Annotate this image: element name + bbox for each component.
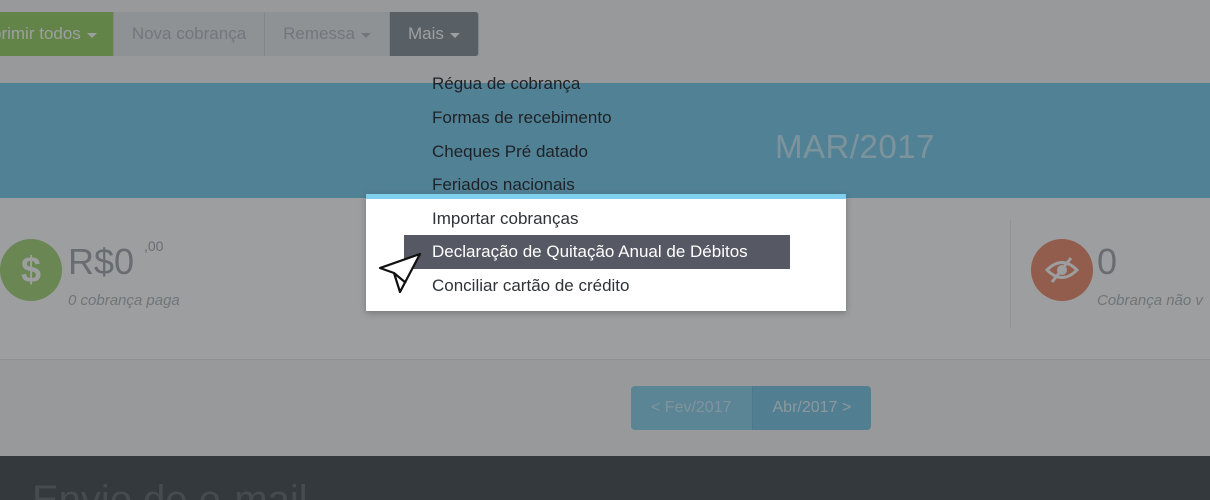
menu-item-label: Cheques Pré datado (432, 142, 588, 161)
more-dropdown-menu: Régua de cobrança Formas de recebimento … (404, 61, 790, 311)
menu-item-label: Formas de recebimento (432, 108, 612, 127)
menu-item-reconcile-credit-card[interactable]: Conciliar cartão de crédito (404, 269, 790, 303)
menu-item-annual-debt-discharge[interactable]: Declaração de Quitação Anual de Débitos (404, 235, 790, 269)
menu-item-label: Feriados nacionais (432, 175, 575, 194)
menu-item-label: Conciliar cartão de crédito (432, 276, 630, 295)
menu-item-label: Importar cobranças (432, 209, 579, 228)
menu-item-post-dated-checks[interactable]: Cheques Pré datado (404, 135, 790, 169)
menu-item-billing-rule[interactable]: Régua de cobrança (404, 67, 790, 101)
menu-item-label: Declaração de Quitação Anual de Débitos (432, 242, 748, 261)
pointer-cursor-icon (378, 252, 422, 294)
menu-item-national-holidays[interactable]: Feriados nacionais (404, 168, 790, 202)
menu-item-import-charges[interactable]: Importar cobranças (404, 202, 790, 236)
menu-item-payment-methods[interactable]: Formas de recebimento (404, 101, 790, 135)
menu-item-label: Régua de cobrança (432, 74, 581, 93)
